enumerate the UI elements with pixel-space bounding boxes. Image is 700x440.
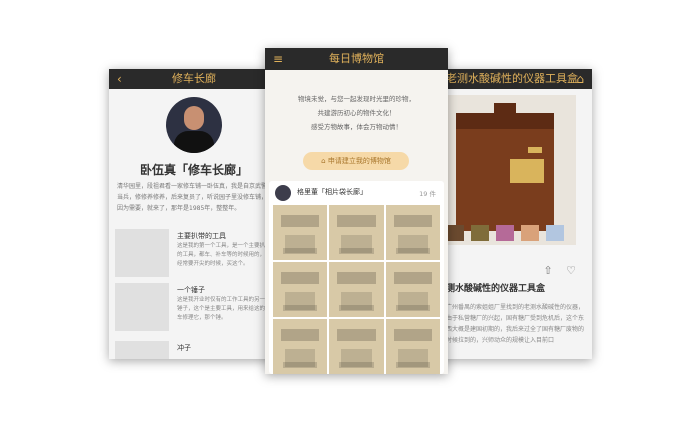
thumbnail[interactable] bbox=[446, 225, 464, 241]
item-thumbnail bbox=[115, 283, 169, 331]
intro-text: 物境未觉，与您一起发现时光里的珍物， 共建游历初心的物件文化！ 感受方物故事，体… bbox=[298, 95, 415, 131]
grid-image[interactable] bbox=[329, 205, 384, 260]
object-photo bbox=[446, 95, 576, 245]
avatar-body bbox=[174, 131, 214, 153]
owner-name: 卧伍真「修车长廊」 bbox=[139, 163, 248, 177]
center-topbar: ≡ 每日博物馆 bbox=[265, 48, 448, 70]
grid-image[interactable] bbox=[273, 205, 328, 260]
grid-image[interactable] bbox=[273, 262, 328, 317]
thumbnail[interactable] bbox=[471, 225, 490, 241]
list-item[interactable]: 冲子 bbox=[115, 341, 275, 359]
left-topbar: ‹ 修车长廊 bbox=[109, 69, 279, 89]
museum-owner-name: 格里董「相片袋长廊」 bbox=[297, 188, 367, 196]
grid-image[interactable] bbox=[329, 262, 384, 317]
right-title: 老测水酸碱性的仪器工具盒 bbox=[446, 72, 578, 85]
phone-right-screen: 老测水酸碱性的仪器工具盒 ⌂ ⇧ ♡ 测水酸碱性的仪器工具盒 广州番禺的索姐姐厂… bbox=[432, 69, 592, 359]
item-text: 这是我开业时仅有的工作工具的另一个锤子，这个是主要工具，用来给这的老车修理它，那… bbox=[177, 297, 271, 321]
back-icon[interactable]: ‹ bbox=[117, 69, 122, 89]
phone-left-screen: ‹ 修车长廊 卧伍真「修车长廊」 清华园里，段祖君看一家修车铺一卧伍真，我是自京… bbox=[109, 69, 279, 359]
grid-image[interactable] bbox=[385, 205, 440, 260]
item-title: 冲子 bbox=[177, 344, 191, 352]
museum-owner-avatar bbox=[275, 185, 291, 201]
item-thumbnail bbox=[115, 229, 169, 277]
thumbnail[interactable] bbox=[496, 225, 515, 241]
object-text: 广州番禺的索姐姐厂里找到的老测水酸碱性的仪器，由于私营糖厂的兴起，国有糖厂受到危… bbox=[446, 304, 585, 344]
apply-label: 申请建立我的博物馆 bbox=[327, 157, 391, 165]
share-icon[interactable]: ⇧ bbox=[543, 264, 552, 277]
grid-image[interactable] bbox=[329, 319, 384, 374]
apply-museum-button[interactable]: ⌂ 申请建立我的博物馆 bbox=[303, 152, 409, 170]
list-item[interactable]: 一个锤子 这是我开业时仅有的工作工具的另一个锤子，这个是主要工具，用来给这的老车… bbox=[115, 283, 275, 335]
museum-icon[interactable]: ⌂ bbox=[576, 69, 584, 89]
phone-center-screen: ≡ 每日博物馆 物境未觉，与您一起发现时光里的珍物， 共建游历初心的物件文化！ … bbox=[265, 48, 448, 374]
left-title: 修车长廊 bbox=[172, 72, 216, 85]
grid-image[interactable] bbox=[385, 319, 440, 374]
avatar bbox=[166, 97, 222, 153]
museum-icon: ⌂ bbox=[321, 157, 328, 165]
toolbox-image bbox=[456, 103, 554, 231]
heart-icon[interactable]: ♡ bbox=[566, 264, 576, 277]
action-icons: ⇧ ♡ bbox=[543, 264, 576, 277]
thumbnail[interactable] bbox=[521, 225, 540, 241]
hamburger-menu-icon[interactable]: ≡ bbox=[273, 48, 283, 70]
list-item[interactable]: 主要扒带的工具 这是我的第一个工具，是一个主要扒带的工具，都车、补车等的时候用的… bbox=[115, 229, 275, 281]
item-text: 这是我的第一个工具，是一个主要扒带的工具，都车、补车等的时候用的，我经常要开尖的… bbox=[177, 243, 271, 267]
item-thumbnail bbox=[115, 341, 169, 359]
grid-image[interactable] bbox=[385, 262, 440, 317]
museum-card[interactable]: 格里董「相片袋长廊」 19 件 bbox=[269, 181, 444, 374]
museum-item-count: 19 件 bbox=[419, 190, 436, 198]
museum-image-grid bbox=[273, 205, 440, 374]
center-title: 每日博物馆 bbox=[329, 52, 384, 65]
thumbnail-strip[interactable] bbox=[446, 225, 576, 245]
thumbnail[interactable] bbox=[546, 225, 565, 241]
owner-description: 清华园里，段祖君看一家修车铺一卧伍真，我是自京武警当兵，修修养修养，后来复员了，… bbox=[117, 183, 268, 212]
item-title: 一个锤子 bbox=[177, 286, 205, 294]
grid-image[interactable] bbox=[273, 319, 328, 374]
avatar-face bbox=[184, 106, 204, 130]
right-topbar: 老测水酸碱性的仪器工具盒 ⌂ bbox=[432, 69, 592, 89]
item-title: 主要扒带的工具 bbox=[177, 232, 226, 240]
object-title: 测水酸碱性的仪器工具盒 bbox=[446, 284, 546, 294]
